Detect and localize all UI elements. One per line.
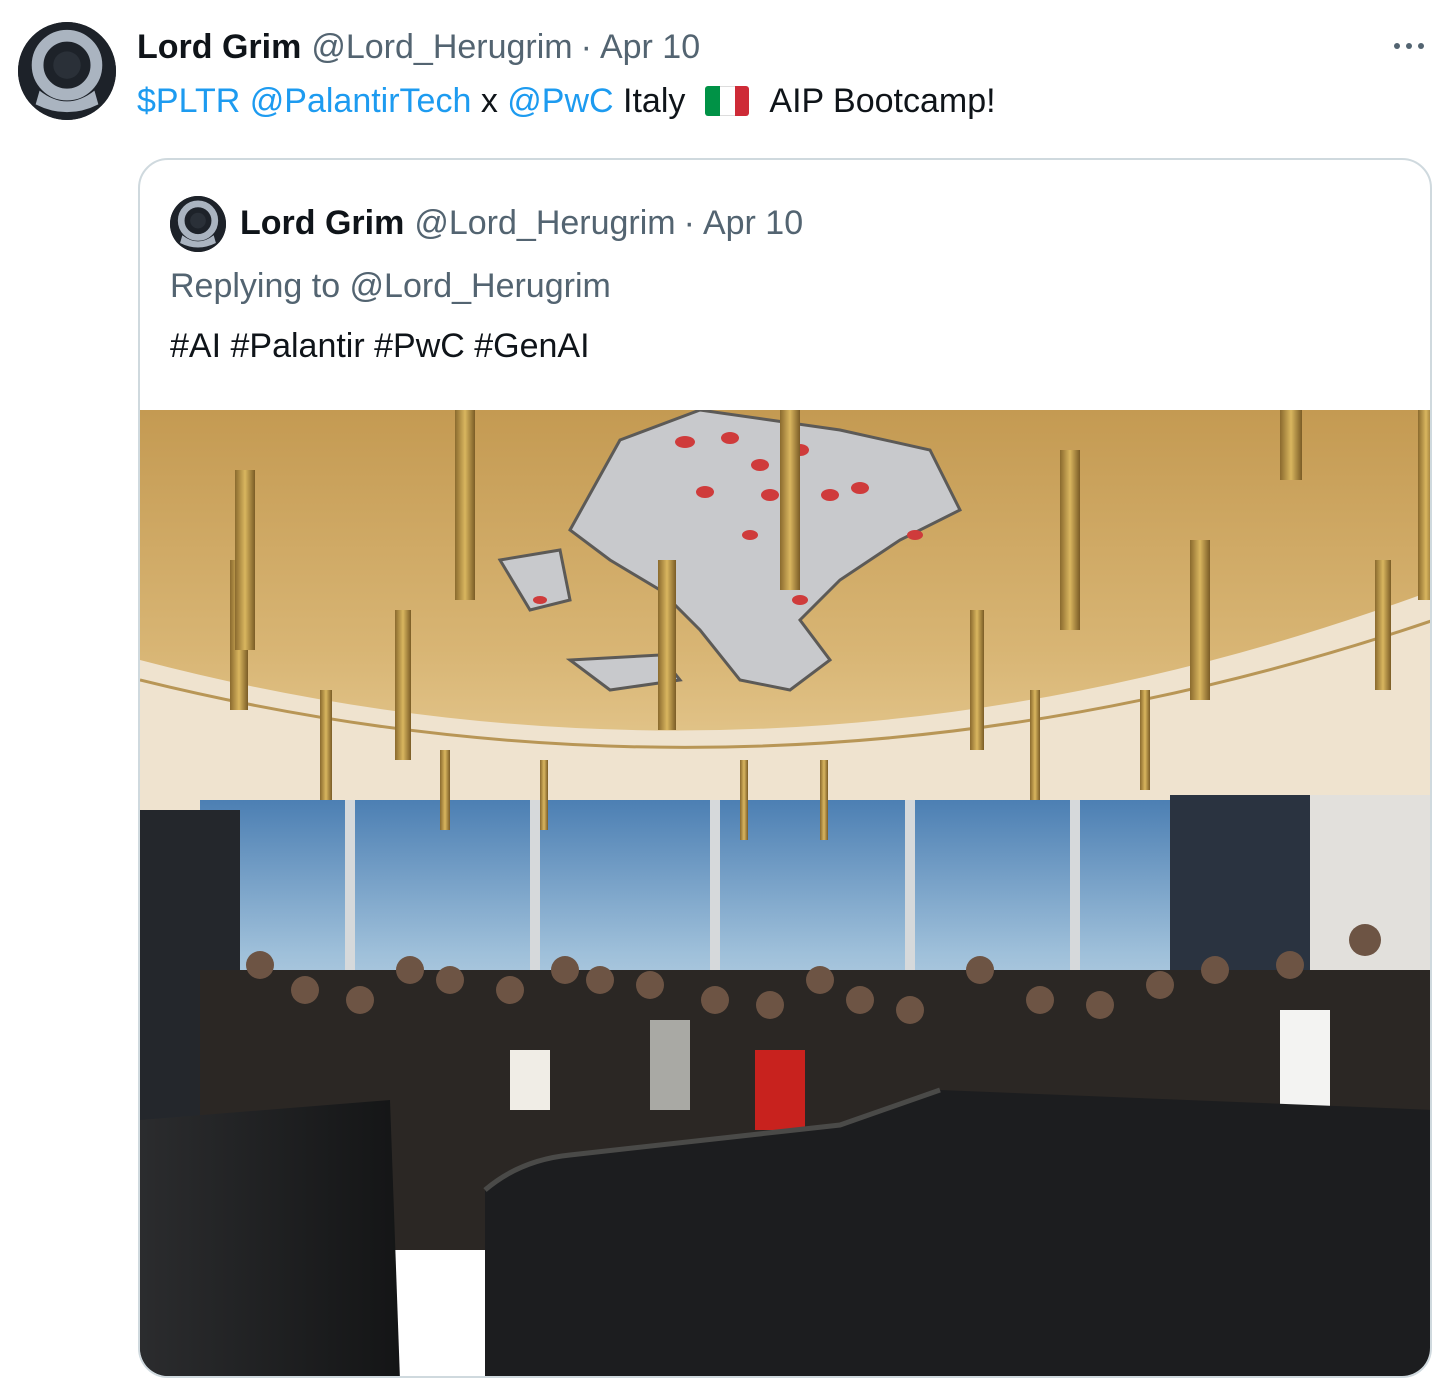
separator-dot: · bbox=[580, 27, 592, 66]
quoted-hashtags: #AI #Palantir #PwC #GenAI bbox=[170, 326, 590, 365]
mention-pwc-link[interactable]: @PwC bbox=[507, 82, 613, 121]
mention-palantir-link[interactable]: @PalantirTech bbox=[250, 82, 472, 121]
quoted-tweet-card[interactable]: Lord Grim @Lord_Herugrim · Apr 10 Replyi… bbox=[138, 158, 1432, 1378]
text-x: x bbox=[471, 81, 508, 120]
quoted-header: Lord Grim @Lord_Herugrim · Apr 10 bbox=[240, 198, 803, 248]
replying-to: Replying to @Lord_Herugrim bbox=[170, 266, 611, 305]
tweet-date[interactable]: Apr 10 bbox=[600, 28, 700, 67]
quoted-author-name: Lord Grim bbox=[240, 203, 405, 242]
text-country: Italy bbox=[613, 81, 686, 120]
more-horizontal-icon[interactable] bbox=[1388, 26, 1430, 66]
text-tail: AIP Bootcamp! bbox=[769, 81, 996, 120]
tweet-photo[interactable] bbox=[140, 410, 1430, 1376]
author-name[interactable]: Lord Grim bbox=[137, 28, 301, 67]
quoted-avatar bbox=[170, 196, 226, 252]
ticker-link[interactable]: $PLTR bbox=[137, 82, 240, 121]
italy-flag-icon bbox=[705, 86, 750, 116]
author-handle[interactable]: @Lord_Herugrim bbox=[311, 28, 572, 67]
quoted-date: Apr 10 bbox=[702, 203, 804, 242]
tweet-header: Lord Grim @Lord_Herugrim · Apr 10 bbox=[137, 24, 700, 70]
quoted-author-handle: @Lord_Herugrim bbox=[414, 203, 676, 242]
avatar-ring-icon bbox=[18, 22, 116, 120]
avatar-ring-icon bbox=[170, 196, 226, 252]
tweet-text: $PLTR @PalantirTech x @PwC Italy AIP Boo… bbox=[137, 78, 996, 124]
avatar[interactable] bbox=[18, 22, 116, 120]
separator-dot: · bbox=[683, 203, 695, 242]
group-photo-image bbox=[140, 410, 1430, 1376]
